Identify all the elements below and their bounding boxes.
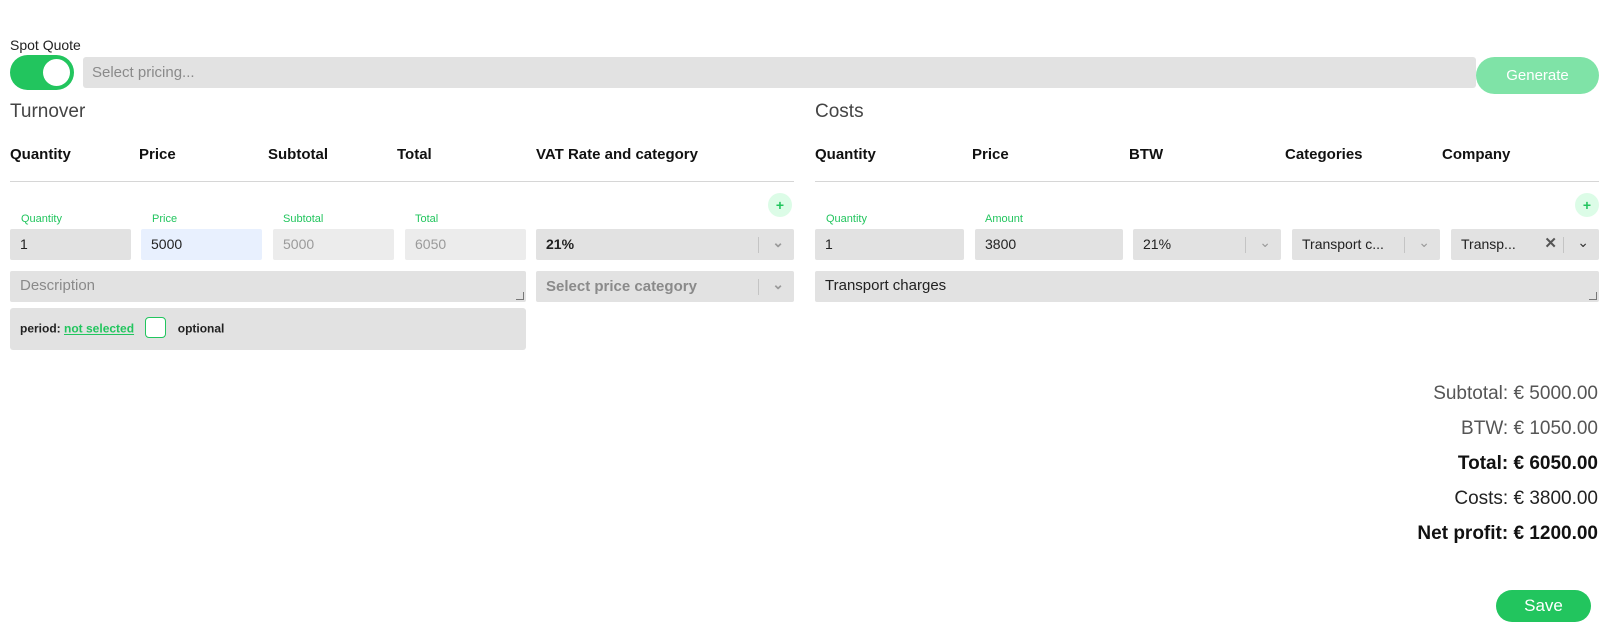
chevron-down-icon: ⌄: [1418, 234, 1430, 250]
resize-handle-icon[interactable]: [1589, 292, 1597, 300]
save-button[interactable]: Save: [1496, 590, 1591, 622]
costs-divider: [815, 181, 1599, 182]
turnover-add-button[interactable]: +: [768, 193, 792, 217]
costs-company-select[interactable]: Transp... ✕ ⌄: [1451, 229, 1599, 260]
costs-description-input[interactable]: Transport charges: [815, 271, 1599, 302]
turnover-divider: [10, 181, 794, 182]
summary-costs: Costs: € 3800.00: [1454, 488, 1598, 509]
vat-rate-value: 21%: [546, 236, 575, 252]
turnover-header-total: Total: [397, 146, 432, 163]
summary-net-profit: Net profit: € 1200.00: [1417, 523, 1598, 544]
chevron-down-icon[interactable]: ⌄: [1577, 234, 1589, 251]
chevron-down-icon: ⌄: [1259, 234, 1271, 250]
turnover-header-subtotal: Subtotal: [268, 146, 328, 163]
period-link[interactable]: not selected: [64, 322, 134, 336]
price-category-select[interactable]: Select price category ⌄: [536, 271, 794, 302]
period-label: period:: [20, 321, 61, 336]
generate-button[interactable]: Generate: [1476, 57, 1599, 94]
costs-add-button[interactable]: +: [1575, 193, 1599, 217]
select-separator: [1563, 237, 1564, 253]
select-separator: [758, 237, 759, 253]
summary-subtotal: Subtotal: € 5000.00: [1433, 383, 1598, 404]
turnover-header-quantity: Quantity: [10, 146, 71, 163]
costs-title: Costs: [815, 101, 864, 122]
turnover-description-input[interactable]: Description: [10, 271, 526, 302]
costs-btw-select[interactable]: 21% ⌄: [1133, 229, 1281, 260]
costs-header-btw: BTW: [1129, 146, 1164, 163]
select-separator: [1404, 237, 1405, 253]
costs-quantity-input[interactable]: 1: [815, 229, 964, 260]
chevron-down-icon: ⌄: [772, 234, 784, 250]
select-separator: [1245, 237, 1246, 253]
pricing-select[interactable]: Select pricing...: [83, 57, 1476, 88]
costs-header-company: Company: [1442, 146, 1511, 163]
costs-btw-value: 21%: [1143, 236, 1172, 252]
price-category-placeholder: Select price category: [546, 278, 697, 295]
turnover-title: Turnover: [10, 101, 86, 122]
optional-checkbox[interactable]: [145, 317, 167, 338]
turnover-quantity-input[interactable]: 1: [10, 229, 131, 260]
costs-header-quantity: Quantity: [815, 146, 876, 163]
costs-header-price: Price: [972, 146, 1009, 163]
costs-company-value: Transp...: [1461, 236, 1516, 252]
toggle-knob: [43, 59, 70, 86]
summary-total: Total: € 6050.00: [1457, 453, 1598, 474]
clear-icon[interactable]: ✕: [1544, 234, 1557, 252]
turnover-total-input: 6050: [405, 229, 526, 260]
select-separator: [758, 279, 759, 295]
vat-rate-select[interactable]: 21% ⌄: [536, 229, 794, 260]
costs-header-categories: Categories: [1285, 146, 1363, 163]
costs-category-select[interactable]: Transport c... ⌄: [1292, 229, 1440, 260]
summary-btw: BTW: € 1050.00: [1461, 418, 1598, 439]
turnover-total-label: Total: [415, 213, 439, 225]
turnover-subtotal-input: 5000: [273, 229, 394, 260]
costs-quantity-label: Quantity: [826, 213, 867, 225]
turnover-header-price: Price: [139, 146, 176, 163]
costs-category-value: Transport c...: [1302, 236, 1384, 252]
costs-amount-input[interactable]: 3800: [975, 229, 1123, 260]
turnover-price-input[interactable]: 5000: [141, 229, 262, 260]
spot-quote-toggle[interactable]: [10, 55, 74, 90]
turnover-header-vat: VAT Rate and category: [536, 146, 698, 163]
period-box: period: not selected optional: [10, 308, 526, 350]
description-placeholder: Description: [20, 277, 96, 294]
costs-amount-label: Amount: [985, 213, 1023, 225]
turnover-price-label: Price: [152, 213, 178, 225]
resize-handle-icon[interactable]: [516, 292, 524, 300]
chevron-down-icon: ⌄: [772, 276, 784, 292]
spot-quote-label: Spot Quote: [10, 37, 81, 53]
optional-label: optional: [177, 321, 225, 336]
turnover-subtotal-label: Subtotal: [283, 213, 324, 225]
costs-description-value: Transport charges: [825, 277, 947, 294]
turnover-quantity-label: Quantity: [21, 213, 62, 225]
